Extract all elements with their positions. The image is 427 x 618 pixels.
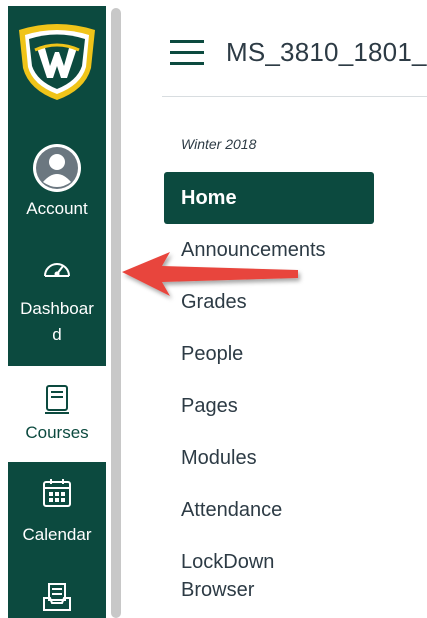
course-nav-modules[interactable]: Modules bbox=[164, 446, 374, 470]
lockdown-label-line2: Browser bbox=[181, 579, 255, 601]
courses-icon bbox=[45, 385, 69, 414]
nav-account[interactable]: Account bbox=[8, 142, 106, 220]
hamburger-line bbox=[170, 40, 204, 43]
header-divider bbox=[162, 96, 427, 97]
nav-courses[interactable]: Courses bbox=[8, 366, 106, 462]
inbox-icon bbox=[43, 583, 71, 611]
course-header: MS_3810_1801_ bbox=[130, 0, 427, 96]
annotation-arrow-icon bbox=[122, 252, 298, 296]
scrollbar-track[interactable] bbox=[106, 0, 130, 618]
course-nav-pages[interactable]: Pages bbox=[164, 394, 374, 418]
course-nav-lockdown-browser[interactable]: LockDown Browser bbox=[164, 550, 374, 602]
university-shield-icon bbox=[19, 24, 95, 100]
course-title[interactable]: MS_3810_1801_ bbox=[226, 37, 427, 68]
account-icon bbox=[33, 144, 81, 192]
nav-dashboard-label-wrap: d bbox=[52, 325, 62, 344]
logo[interactable] bbox=[8, 6, 106, 118]
hamburger-menu-button[interactable] bbox=[170, 40, 204, 66]
hamburger-line bbox=[170, 51, 204, 54]
course-nav-attendance[interactable]: Attendance bbox=[164, 498, 374, 522]
scrollbar-thumb[interactable] bbox=[111, 8, 121, 618]
nav-dashboard-label: Dashboar bbox=[20, 299, 94, 318]
term-label: Winter 2018 bbox=[181, 136, 257, 152]
nav-calendar-label: Calendar bbox=[22, 525, 92, 544]
dashboard-icon bbox=[44, 263, 70, 277]
nav-calendar[interactable]: Calendar bbox=[8, 478, 106, 546]
hamburger-line bbox=[170, 62, 204, 65]
lockdown-label-line1: LockDown bbox=[181, 551, 275, 573]
nav-account-label: Account bbox=[26, 199, 88, 218]
nav-dashboard[interactable]: Dashboar d bbox=[8, 256, 106, 346]
nav-inbox[interactable] bbox=[8, 582, 106, 612]
calendar-icon bbox=[43, 479, 71, 507]
global-navigation: Account Dashboar d Courses Calendar bbox=[8, 6, 106, 618]
nav-courses-label: Courses bbox=[25, 423, 89, 442]
course-nav-people[interactable]: People bbox=[164, 342, 374, 366]
course-nav-home[interactable]: Home bbox=[164, 172, 374, 224]
